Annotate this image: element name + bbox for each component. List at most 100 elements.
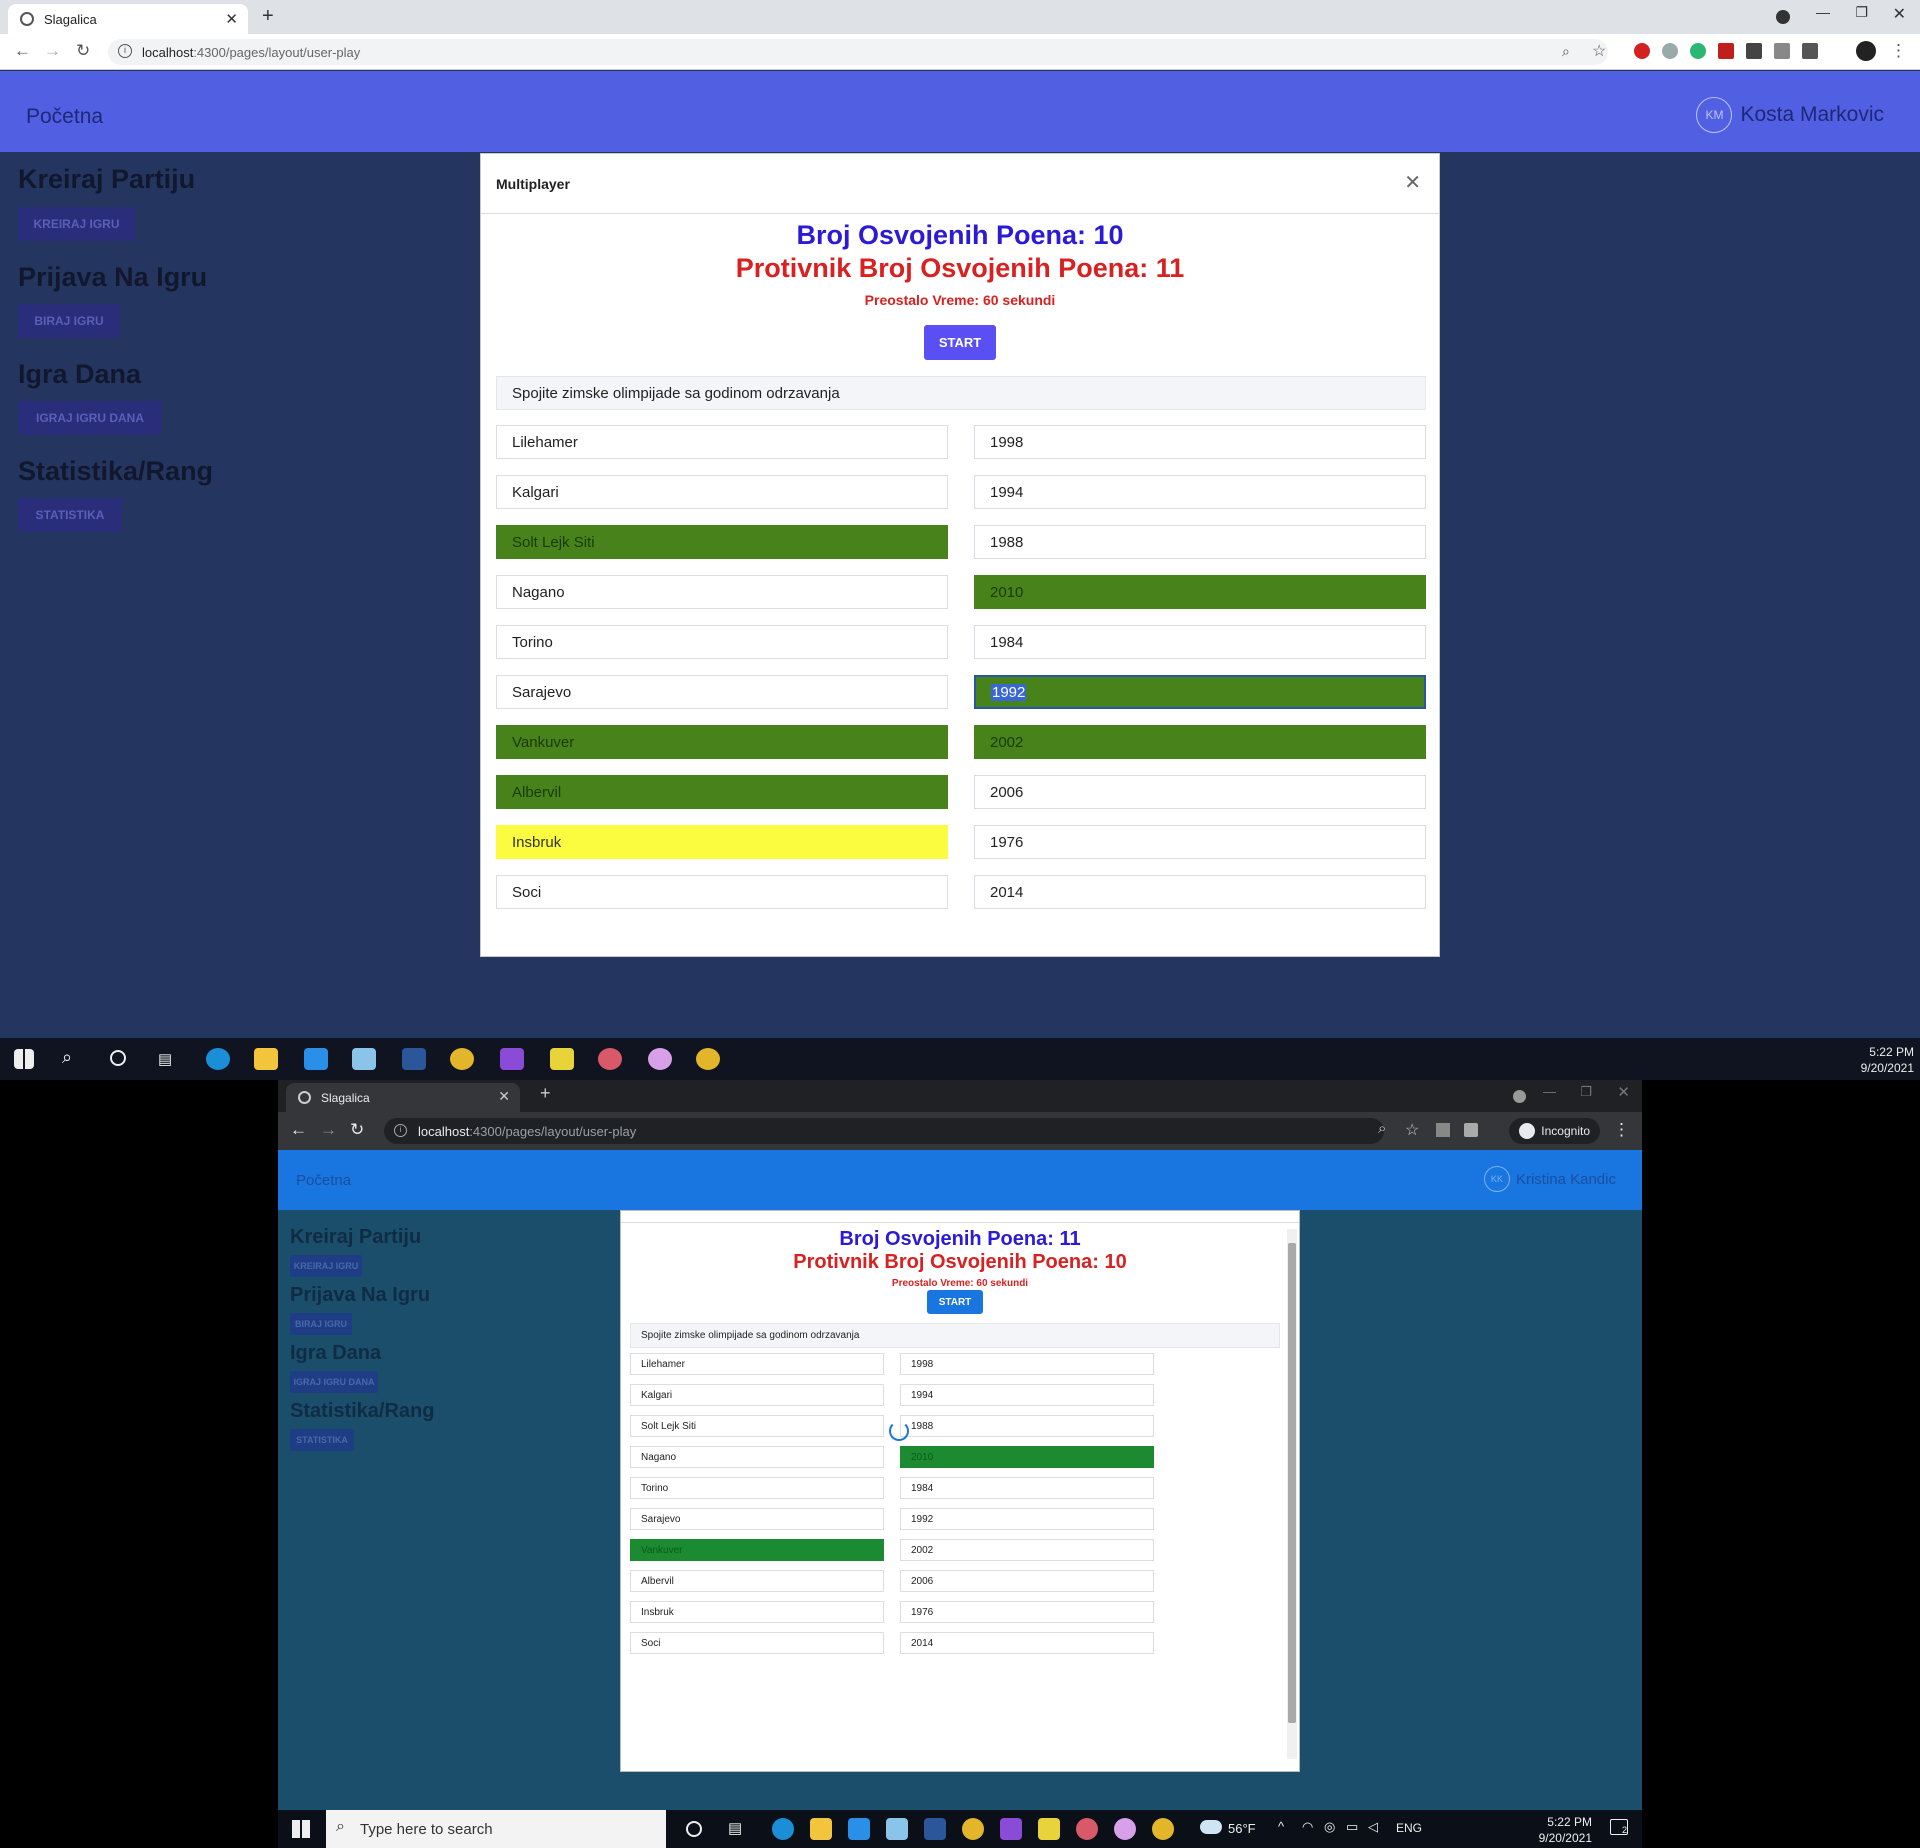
reload-icon[interactable]: ↻ xyxy=(76,41,90,61)
pdf-extension-icon[interactable] xyxy=(1718,43,1734,59)
statistics-button[interactable]: STATISTIKA xyxy=(18,498,122,532)
city-option[interactable]: Sarajevo xyxy=(630,1508,884,1530)
city-option[interactable]: Torino xyxy=(496,625,948,659)
incognito-badge[interactable]: Incognito xyxy=(1509,1118,1600,1144)
meet-icon[interactable]: ◎ xyxy=(1324,1819,1335,1835)
word-icon[interactable] xyxy=(402,1048,426,1070)
city-option[interactable]: Kalgari xyxy=(630,1384,884,1406)
year-option[interactable]: 2006 xyxy=(900,1570,1154,1592)
city-option[interactable]: Solt Lejk Siti xyxy=(630,1415,884,1437)
back-icon[interactable]: ← xyxy=(14,41,31,61)
chrome-icon[interactable] xyxy=(450,1048,474,1070)
city-option[interactable]: Albervil xyxy=(496,775,948,809)
city-option[interactable]: Vankuver xyxy=(630,1539,884,1561)
edge-icon[interactable] xyxy=(772,1818,794,1840)
volume-icon[interactable]: ◁ xyxy=(1368,1819,1378,1835)
weather-temp[interactable]: 56°F xyxy=(1228,1821,1256,1836)
zoom-icon[interactable]: ⌕ xyxy=(1562,43,1570,60)
tray-chevron-icon[interactable]: ^ xyxy=(1278,1819,1284,1834)
city-option[interactable]: Sarajevo xyxy=(496,675,948,709)
create-game-button[interactable]: KREIRAJ IGRU xyxy=(18,207,135,241)
extension-icon[interactable] xyxy=(1662,43,1678,59)
play-game-of-day-button[interactable]: IGRAJ IGRU DANA xyxy=(18,401,162,435)
close-tab-icon[interactable]: ✕ xyxy=(225,10,238,28)
user-menu[interactable]: KM Kosta Markovic xyxy=(1696,97,1884,133)
city-option[interactable]: Solt Lejk Siti xyxy=(496,525,948,559)
year-option[interactable]: 1994 xyxy=(900,1384,1154,1406)
app-icon[interactable] xyxy=(598,1048,622,1070)
city-option[interactable]: Albervil xyxy=(630,1570,884,1592)
file-explorer-icon[interactable] xyxy=(254,1048,278,1070)
year-option[interactable]: 1992 xyxy=(974,675,1426,709)
chrome-icon[interactable] xyxy=(696,1048,720,1070)
paint-icon[interactable] xyxy=(1114,1818,1136,1840)
file-explorer-icon[interactable] xyxy=(810,1818,832,1840)
year-option[interactable]: 1998 xyxy=(974,425,1426,459)
city-option[interactable]: Lilehamer xyxy=(630,1353,884,1375)
app-icon[interactable] xyxy=(1076,1818,1098,1840)
city-option[interactable]: Insbruk xyxy=(496,825,948,859)
visual-studio-icon[interactable] xyxy=(500,1048,524,1070)
battery-icon[interactable]: ▭ xyxy=(1346,1819,1358,1835)
system-clock[interactable]: 5:22 PM 9/20/2021 xyxy=(1861,1044,1914,1076)
cortana-icon[interactable] xyxy=(110,1050,126,1066)
bookmark-star-icon[interactable]: ☆ xyxy=(1592,41,1606,61)
year-option[interactable]: 1984 xyxy=(974,625,1426,659)
edge-icon[interactable] xyxy=(206,1048,230,1070)
forward-icon[interactable]: → xyxy=(320,1120,337,1140)
year-option[interactable]: 2010 xyxy=(974,575,1426,609)
close-tab-icon[interactable]: ✕ xyxy=(498,1088,510,1105)
minimize-icon[interactable]: — xyxy=(1543,1084,1556,1099)
close-icon[interactable]: ✕ xyxy=(1404,170,1421,195)
scrollbar-thumb[interactable] xyxy=(1288,1243,1296,1723)
year-option[interactable]: 1976 xyxy=(900,1601,1154,1623)
cortana-icon[interactable] xyxy=(686,1821,702,1837)
taskbar-search[interactable]: ⌕ Type here to search xyxy=(326,1810,666,1848)
close-window-icon[interactable]: ✕ xyxy=(1893,4,1906,24)
info-icon[interactable]: i xyxy=(118,44,132,58)
city-option[interactable]: Nagano xyxy=(630,1446,884,1468)
task-view-icon[interactable]: ▤ xyxy=(158,1050,172,1068)
reload-icon[interactable]: ↻ xyxy=(350,1120,364,1140)
tab-search-icon[interactable] xyxy=(1776,10,1790,24)
home-link[interactable]: Početna xyxy=(26,105,103,129)
year-option[interactable]: 1988 xyxy=(900,1415,1154,1437)
notification-icon[interactable]: 2 xyxy=(1610,1819,1628,1835)
url-field[interactable]: i localhost:4300/pages/layout/user-play xyxy=(108,39,1608,65)
year-option[interactable]: 1976 xyxy=(974,825,1426,859)
restore-icon[interactable]: ❐ xyxy=(1855,4,1868,21)
tab-search-icon[interactable] xyxy=(1513,1090,1526,1103)
create-game-button[interactable]: KREIRAJ IGRU xyxy=(290,1255,362,1277)
year-option[interactable]: 1988 xyxy=(974,525,1426,559)
python-icon[interactable] xyxy=(550,1048,574,1070)
menu-dots-icon[interactable]: ⋮ xyxy=(1890,41,1907,61)
weather-cloud-icon[interactable] xyxy=(1200,1820,1222,1834)
vscode-icon[interactable] xyxy=(304,1048,328,1070)
city-option[interactable]: Lilehamer xyxy=(496,425,948,459)
city-option[interactable]: Insbruk xyxy=(630,1601,884,1623)
system-clock[interactable]: 5:22 PM 9/20/2021 xyxy=(1539,1814,1592,1846)
chrome-icon[interactable] xyxy=(962,1818,984,1840)
puzzle-extensions-icon[interactable] xyxy=(1802,43,1818,59)
url-field[interactable]: i localhost:4300/pages/layout/user-play xyxy=(384,1118,1384,1144)
extension-icon[interactable] xyxy=(1746,43,1762,59)
chrome-icon[interactable] xyxy=(1152,1818,1174,1840)
choose-game-button[interactable]: BIRAJ IGRU xyxy=(18,304,120,338)
forward-icon[interactable]: → xyxy=(44,41,61,61)
profile-avatar-icon[interactable] xyxy=(1856,41,1876,61)
app-icon[interactable] xyxy=(352,1048,376,1070)
start-button[interactable]: START xyxy=(924,325,996,360)
year-option[interactable]: 2014 xyxy=(974,875,1426,909)
paint-icon[interactable] xyxy=(648,1048,672,1070)
city-option[interactable]: Nagano xyxy=(496,575,948,609)
choose-game-button[interactable]: BIRAJ IGRU xyxy=(290,1313,352,1335)
scrollbar[interactable] xyxy=(1287,1229,1297,1759)
adblock-extension-icon[interactable] xyxy=(1634,43,1650,59)
year-option[interactable]: 2006 xyxy=(974,775,1426,809)
year-option[interactable]: 1984 xyxy=(900,1477,1154,1499)
city-option[interactable]: Vankuver xyxy=(496,725,948,759)
grammarly-extension-icon[interactable] xyxy=(1690,43,1706,59)
windows-start-icon[interactable] xyxy=(292,1820,310,1838)
info-icon[interactable]: i xyxy=(394,1124,407,1137)
city-option[interactable]: Kalgari xyxy=(496,475,948,509)
